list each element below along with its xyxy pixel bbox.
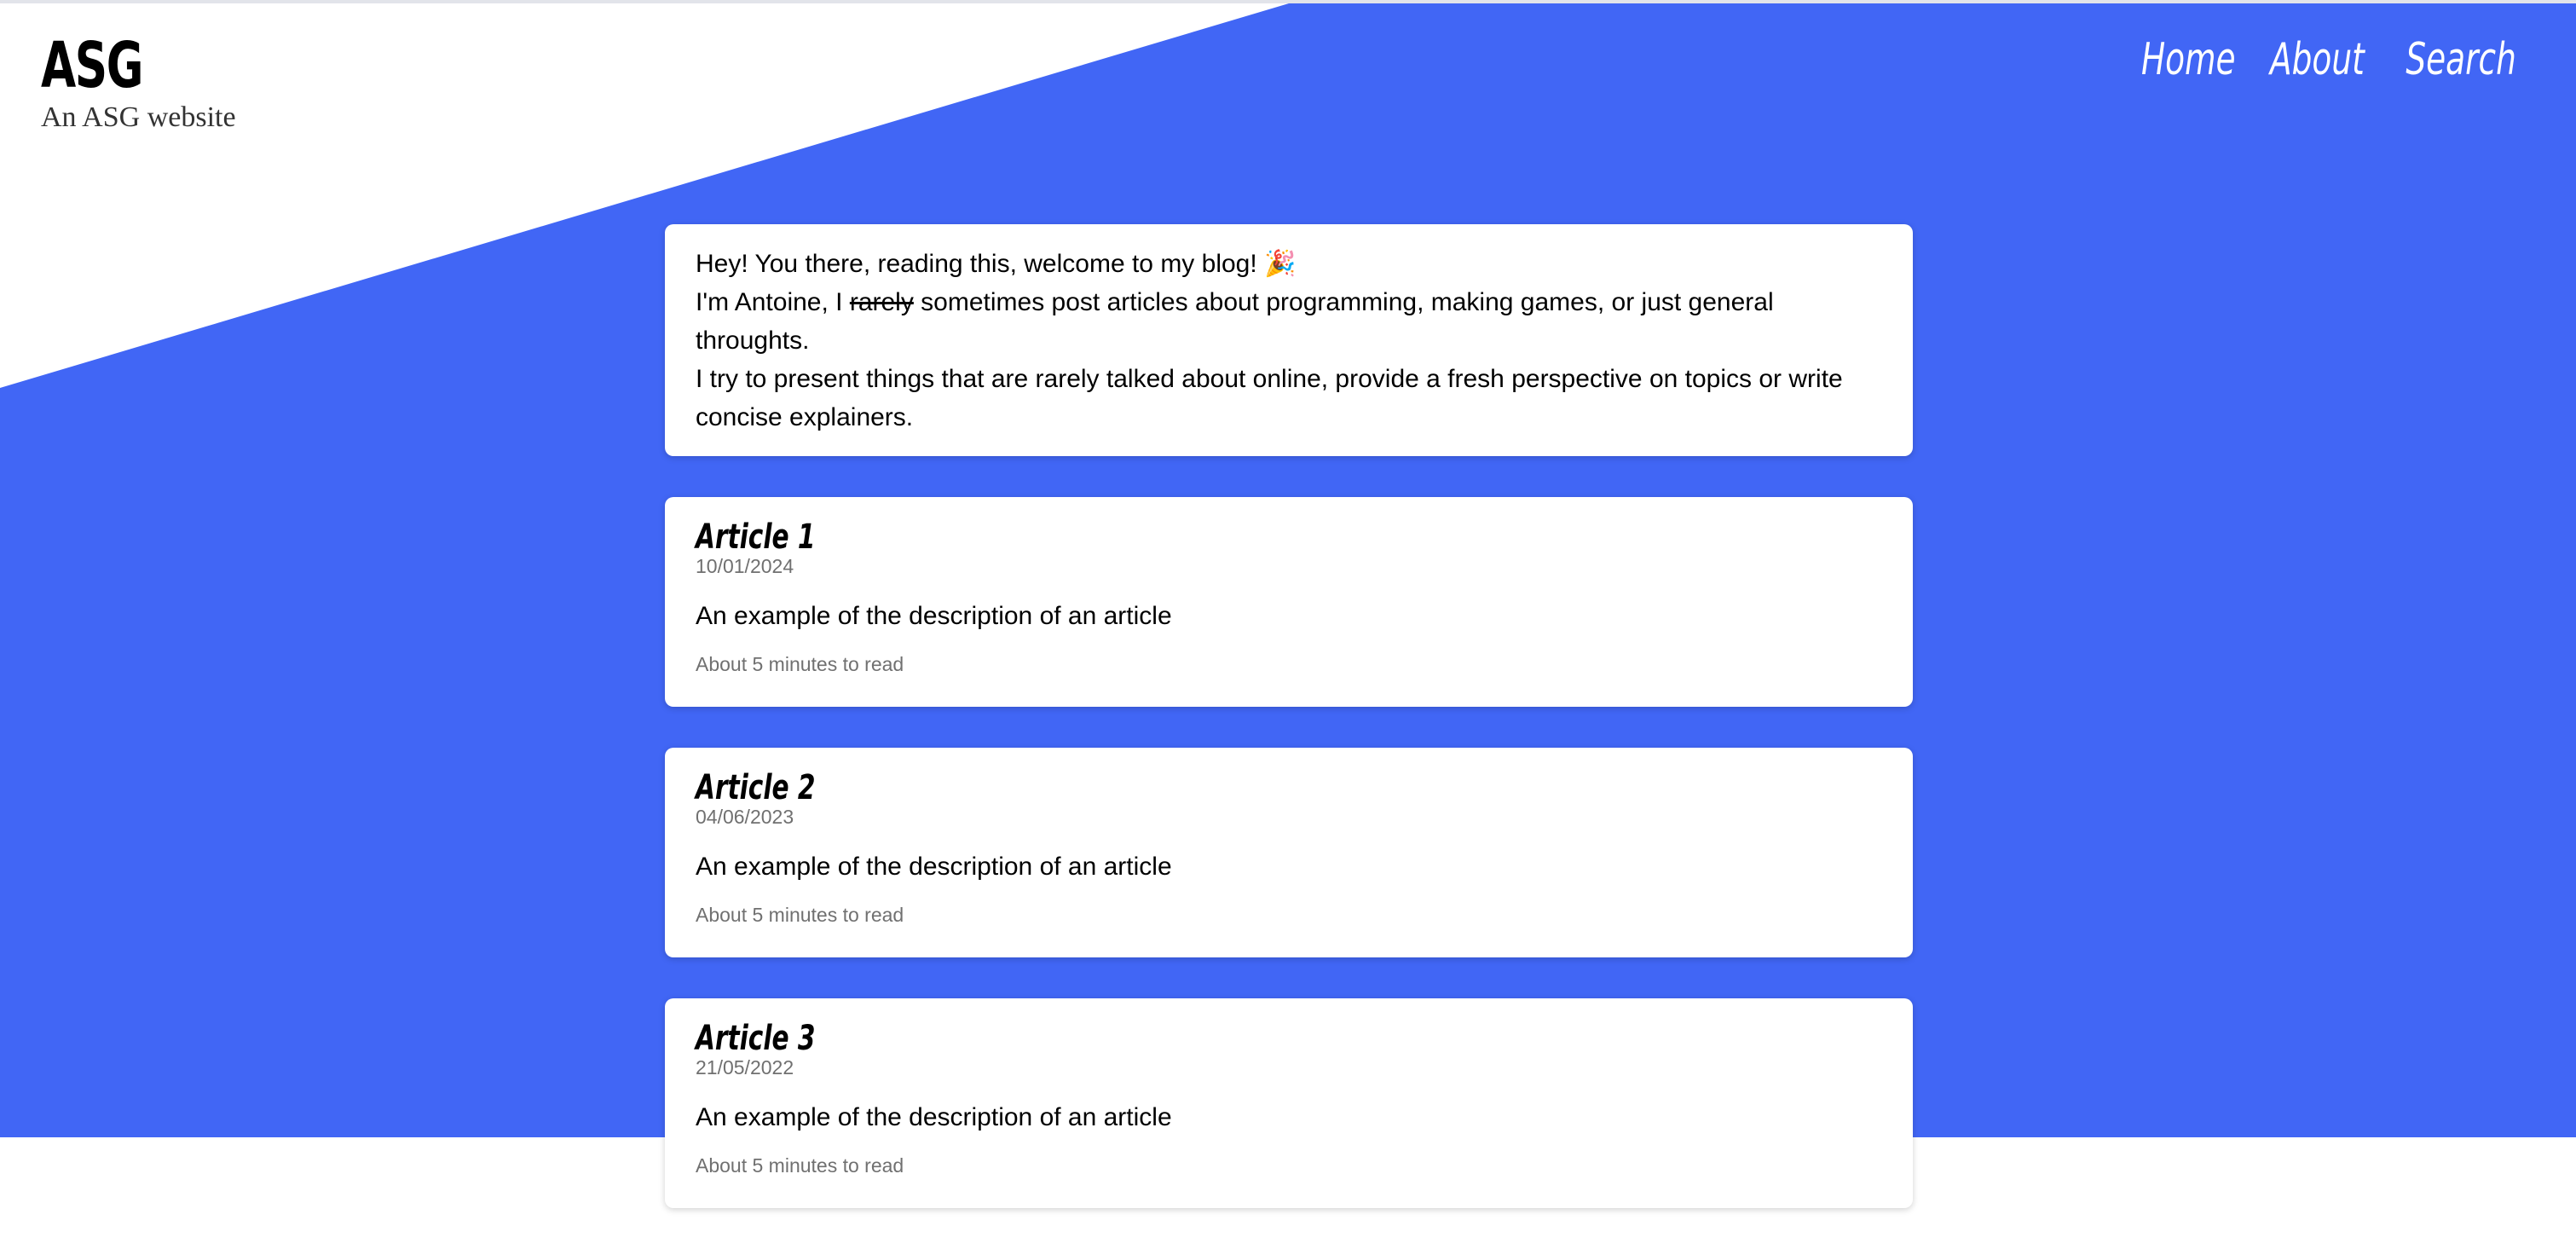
- article-read-time: About 5 minutes to read: [696, 1154, 904, 1177]
- intro-line-2: I'm Antoine, I rarely sometimes post art…: [696, 283, 1882, 360]
- article-card-2[interactable]: Article 2 04/06/2023 An example of the d…: [665, 748, 1913, 957]
- site-subtitle: An ASG website: [41, 101, 236, 133]
- site-title[interactable]: ASG: [41, 29, 182, 102]
- article-description: An example of the description of an arti…: [696, 602, 1172, 630]
- nav-link-home[interactable]: Home: [2141, 32, 2236, 87]
- article-title[interactable]: Article 3: [696, 1017, 1574, 1060]
- nav-link-search[interactable]: Search: [2406, 32, 2516, 87]
- article-read-time: About 5 minutes to read: [696, 653, 904, 675]
- article-title[interactable]: Article 1: [696, 516, 1574, 558]
- site-header: ASG An ASG website: [41, 29, 236, 135]
- article-description: An example of the description of an arti…: [696, 853, 1172, 881]
- intro-line-2-prefix: I'm Antoine, I: [696, 288, 850, 316]
- article-title[interactable]: Article 2: [696, 766, 1574, 809]
- party-popper-icon: 🎉: [1264, 249, 1297, 279]
- intro-welcome-text: Hey! You there, reading this, welcome to…: [696, 250, 1257, 278]
- article-read-time: About 5 minutes to read: [696, 904, 904, 926]
- article-description: An example of the description of an arti…: [696, 1103, 1172, 1131]
- intro-line-3: I try to present things that are rarely …: [696, 365, 1843, 431]
- intro-line-1: Hey! You there, reading this, welcome to…: [696, 245, 1882, 283]
- intro-card: Hey! You there, reading this, welcome to…: [665, 224, 1913, 456]
- intro-strikethrough-word: rarely: [849, 288, 914, 316]
- nav-link-about[interactable]: About: [2271, 32, 2365, 87]
- main-nav: Home About Search: [2105, 32, 2516, 87]
- article-card-3[interactable]: Article 3 21/05/2022 An example of the d…: [665, 998, 1913, 1208]
- article-card-1[interactable]: Article 1 10/01/2024 An example of the d…: [665, 497, 1913, 707]
- main-content: Hey! You there, reading this, welcome to…: [665, 224, 1913, 1249]
